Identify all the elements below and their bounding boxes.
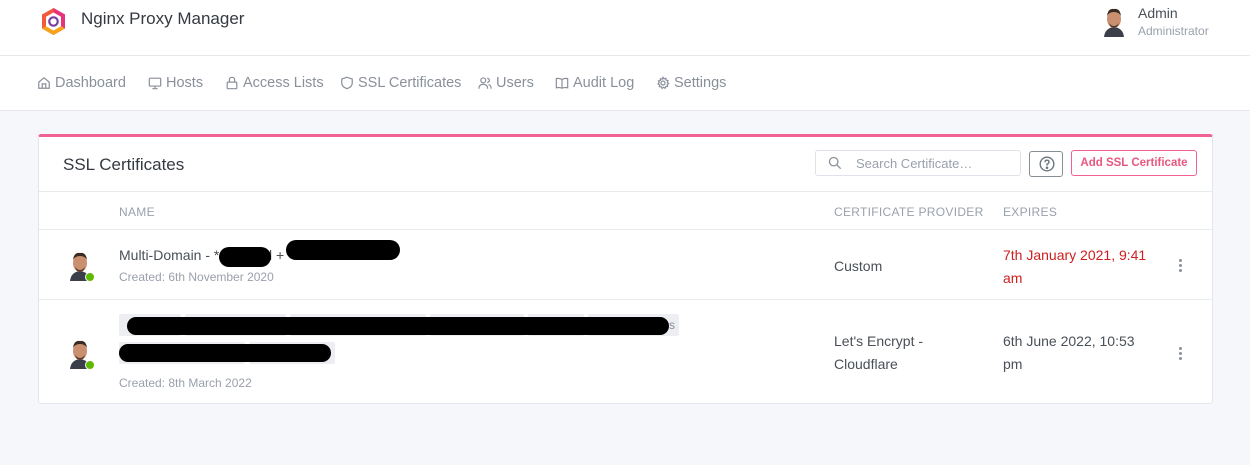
lock-icon (226, 76, 238, 90)
column-header-provider: CERTIFICATE PROVIDER (834, 205, 984, 219)
redaction-mark (127, 317, 669, 335)
divider (39, 229, 1212, 230)
nav-label: Dashboard (55, 75, 126, 91)
main-nav: Dashboard Hosts Access Lists SSL Certifi… (0, 56, 1250, 111)
expires-date: 6th June 2022, 10:53 (1003, 333, 1135, 349)
top-header: Nginx Proxy Manager Admin Administrator (0, 0, 1250, 56)
owner-avatar (67, 249, 95, 282)
expires-time: pm (1003, 356, 1023, 372)
app-title[interactable]: Nginx Proxy Manager (81, 9, 244, 29)
nav-item-users[interactable]: Users (478, 74, 534, 92)
search-box[interactable] (815, 150, 1021, 176)
nav-label: Hosts (166, 75, 204, 91)
add-ssl-certificate-button[interactable]: Add SSL Certificate (1071, 150, 1197, 176)
nav-label: Users (496, 75, 534, 91)
nav-item-settings[interactable]: Settings (656, 74, 726, 92)
book-icon (555, 77, 569, 89)
nav-item-hosts[interactable]: Hosts (148, 74, 203, 92)
nav-item-access-lists[interactable]: Access Lists (225, 74, 324, 92)
nav-item-dashboard[interactable]: Dashboard (37, 74, 126, 92)
column-header-name: NAME (119, 205, 155, 219)
online-status-dot (85, 360, 95, 370)
ssl-certificates-card: SSL Certificates Add SSL Certificate NAM… (38, 134, 1213, 404)
home-icon (38, 76, 50, 89)
nav-item-ssl-certificates[interactable]: SSL Certificates (340, 74, 461, 92)
expires-time: am (1003, 270, 1023, 286)
redaction-mark (119, 344, 331, 362)
certificate-provider: Let's Encrypt - (834, 333, 924, 349)
gear-icon (657, 76, 670, 90)
question-icon (1039, 156, 1055, 172)
redaction-mark (219, 247, 271, 267)
card-title: SSL Certificates (63, 155, 185, 174)
nav-label: Settings (674, 75, 727, 91)
nav-label: Access Lists (243, 75, 324, 91)
online-status-dot (85, 272, 95, 282)
monitor-icon (148, 77, 162, 90)
nav-item-audit-log[interactable]: Audit Log (555, 74, 634, 92)
column-header-expires: EXPIRES (1003, 205, 1058, 219)
user-name[interactable]: Admin (1138, 5, 1178, 21)
created-date: Created: 8th March 2022 (119, 376, 252, 390)
nav-label: Audit Log (573, 75, 635, 91)
owner-avatar (67, 337, 95, 370)
divider (39, 191, 1212, 192)
certificate-provider-detail: Cloudflare (834, 356, 898, 372)
users-icon (478, 77, 492, 89)
redaction-mark (286, 240, 400, 260)
divider (39, 299, 1212, 300)
help-button[interactable] (1029, 151, 1063, 177)
row-menu-icon[interactable] (1179, 259, 1183, 273)
user-avatar[interactable] (1101, 5, 1127, 37)
certificate-name-mid: l + (269, 247, 285, 263)
app-logo-icon[interactable] (39, 7, 68, 36)
certificate-name-prefix: Multi-Domain - * (119, 247, 220, 263)
search-icon (828, 156, 842, 170)
nav-label: SSL Certificates (358, 75, 462, 91)
expires-date: 7th January 2021, 9:41 (1003, 247, 1147, 263)
row-menu-icon[interactable] (1179, 347, 1183, 361)
user-role: Administrator (1138, 24, 1209, 38)
created-date: Created: 6th November 2020 (119, 270, 274, 284)
shield-icon (341, 76, 353, 90)
search-input[interactable] (856, 154, 1014, 172)
certificate-provider: Custom (834, 258, 883, 274)
